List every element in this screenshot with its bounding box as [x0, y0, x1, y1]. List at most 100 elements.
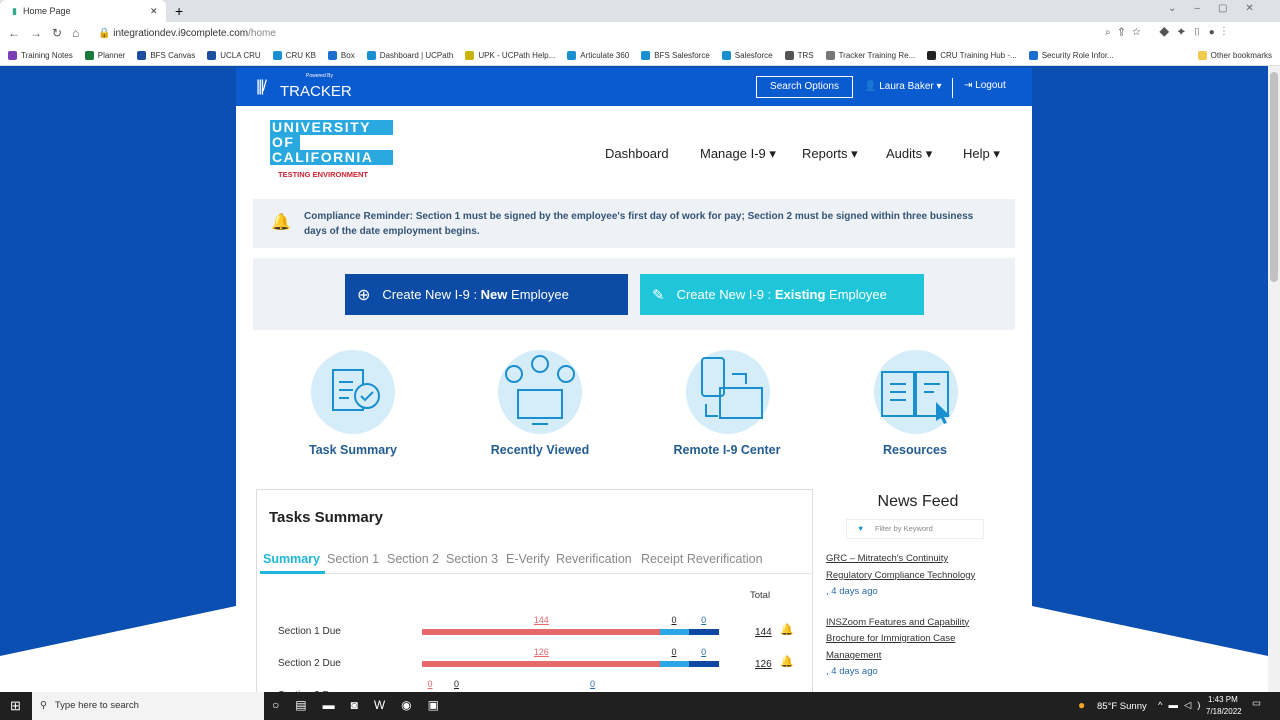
weather-icon: ●	[1078, 698, 1086, 712]
folder-icon	[1197, 51, 1207, 60]
bookmark-icon	[825, 51, 835, 60]
ok-count[interactable]: 0	[701, 615, 706, 625]
recently-viewed-icon[interactable]	[498, 350, 582, 434]
bookmark[interactable]: Box	[327, 51, 355, 60]
bookmark[interactable]: UCLA CRU	[207, 51, 261, 60]
user-menu[interactable]: 👤 Laura Baker ▾	[864, 81, 942, 92]
notifications-icon[interactable]: ▭	[1252, 698, 1261, 709]
task-tab[interactable]: Receipt Reverification	[641, 552, 763, 566]
bookmark-icon	[207, 51, 217, 60]
tracker-favicon-icon: ▮	[12, 5, 17, 16]
bookmark-icon	[272, 51, 282, 60]
nav-reports[interactable]: Reports ▾	[802, 146, 858, 162]
bookmark[interactable]: BFS Salesforce	[641, 51, 710, 60]
overdue-count[interactable]: 126	[534, 647, 549, 657]
filter-icon: ▼	[857, 524, 865, 533]
bookmark[interactable]: Articulate 360	[567, 51, 629, 60]
overdue-bar[interactable]	[422, 661, 660, 667]
pending-count[interactable]: 0	[671, 647, 676, 657]
create-existing-employee-button[interactable]: ✎ Create New I-9 : Existing Employee	[640, 274, 924, 315]
scrollbar-thumb[interactable]	[1270, 72, 1278, 282]
news-item-link[interactable]: GRC – Mitratech's Continuity Regulatory …	[826, 551, 996, 584]
windows-start-icon[interactable]: ⊞	[10, 698, 21, 714]
bookmark[interactable]: BFS Canvas	[137, 51, 195, 60]
news-item-link[interactable]: INSZoom Features and Capability Brochure…	[826, 615, 986, 665]
bookmark[interactable]: TRS	[784, 51, 814, 60]
pending-bar[interactable]	[659, 661, 690, 667]
close-tab-icon[interactable]: ✕	[150, 6, 158, 17]
bookmark[interactable]: Training Notes	[8, 51, 73, 60]
remote-i9-center-icon[interactable]	[686, 350, 770, 434]
bookmark-icon	[721, 51, 731, 60]
news-feed: News Feed ▼ Filter by Keyword GRC – Mitr…	[826, 488, 1016, 681]
bookmark-icon	[927, 51, 937, 60]
bookmark-icon	[784, 51, 794, 60]
pending-bar[interactable]	[659, 629, 690, 635]
create-new-employee-button[interactable]: ⊕ Create New I-9 : New Employee	[345, 274, 628, 315]
nav-manage-i9[interactable]: Manage I-9 ▾	[700, 146, 776, 162]
bookmark[interactable]: CRU Training Hub -...	[927, 51, 1017, 60]
tracker-logo-icon: |||/	[256, 78, 267, 95]
bookmark-icon	[137, 51, 147, 60]
browser-toolbar-icons[interactable]: ⌕⇪☆ ◆✦▯●⋮	[1105, 27, 1233, 38]
resources-icon[interactable]	[874, 350, 958, 434]
pending-count[interactable]: 0	[454, 679, 459, 689]
tile-task-summary[interactable]: Task Summary	[263, 443, 443, 457]
news-filter-input[interactable]: ▼ Filter by Keyword	[846, 519, 984, 539]
overdue-count[interactable]: 144	[534, 615, 549, 625]
task-tab[interactable]: Reverification	[556, 552, 632, 566]
bookmark[interactable]: Salesforce	[721, 51, 773, 60]
task-tab[interactable]: Summary	[263, 552, 320, 566]
nav-dashboard[interactable]: Dashboard	[605, 146, 669, 161]
other-bookmarks[interactable]: Other bookmarks	[1197, 51, 1272, 60]
ok-count[interactable]: 0	[701, 647, 706, 657]
ok-count[interactable]: 0	[590, 679, 595, 689]
tasks-title: Tasks Summary	[269, 509, 383, 526]
tile-recently-viewed[interactable]: Recently Viewed	[450, 443, 630, 457]
tile-resources[interactable]: Resources	[825, 443, 1005, 457]
row-label: Section 1 Due	[278, 626, 341, 637]
task-tab[interactable]: Section 2	[387, 552, 439, 566]
tray-icons[interactable]: ^▬◁)	[1158, 700, 1206, 711]
bookmark[interactable]: Dashboard | UCPath	[366, 51, 453, 60]
nav-audits[interactable]: Audits ▾	[886, 146, 932, 162]
bookmark[interactable]: Tracker Training Re...	[825, 51, 915, 60]
row-total[interactable]: 144	[755, 627, 772, 638]
row-total[interactable]: 126	[755, 659, 772, 670]
task-row: Section 2 Due 126 0 0 126 🔔	[257, 647, 814, 677]
new-tab-button[interactable]: +	[175, 3, 183, 19]
nav-buttons[interactable]: ←→↻⌂	[8, 26, 89, 40]
pending-count[interactable]: 0	[671, 615, 676, 625]
nav-help[interactable]: Help ▾	[963, 146, 1000, 162]
browser-tab-bar: ▮ Home Page ✕ + ⌄–▢✕	[0, 0, 1280, 22]
bookmark-icon	[641, 51, 651, 60]
overdue-count[interactable]: 0	[428, 679, 433, 689]
ok-bar[interactable]	[689, 661, 719, 667]
bell-icon: 🔔	[780, 656, 794, 668]
bookmark[interactable]: Planner	[84, 51, 125, 60]
logout-button[interactable]: ⇥ Logout	[964, 80, 1006, 91]
compliance-alert: 🔔 Compliance Reminder: Section 1 must be…	[253, 199, 1015, 248]
tile-remote-i9-center[interactable]: Remote I-9 Center	[637, 443, 817, 457]
tasks-summary-panel: Tasks Summary Summary Section 1 Section 2 S…	[256, 489, 813, 692]
taskbar-search[interactable]: ⚲ Type here to search	[32, 692, 264, 720]
bookmark[interactable]: UPK - UCPath Help...	[465, 51, 555, 60]
task-row: Section 1 Due 144 0 0 144 🔔	[257, 615, 814, 645]
window-controls[interactable]: ⌄–▢✕	[1168, 3, 1272, 14]
task-tab[interactable]: Section 1	[327, 552, 379, 566]
task-summary-icon[interactable]	[311, 350, 395, 434]
bookmark-icon	[567, 51, 577, 60]
bookmark-icon	[1028, 51, 1038, 60]
overdue-bar[interactable]	[422, 629, 660, 635]
search-options-button[interactable]: Search Options	[756, 76, 853, 98]
ok-bar[interactable]	[689, 629, 719, 635]
browser-tab[interactable]: ▮ Home Page ✕	[0, 0, 166, 22]
task-tab[interactable]: Section 3	[446, 552, 498, 566]
task-tab[interactable]: E-Verify	[506, 552, 550, 566]
bookmark[interactable]: Security Role Infor...	[1028, 51, 1114, 60]
bookmark[interactable]: CRU KB	[272, 51, 316, 60]
taskbar-apps[interactable]: ○▤▬◙W◉▣	[272, 698, 455, 712]
page-background: |||/ Powered By TRACKER Search Options 👤…	[0, 66, 1268, 692]
main-container: |||/ Powered By TRACKER Search Options 👤…	[236, 68, 1032, 692]
url-field[interactable]: 🔒 integrationdev.i9complete.com/home	[98, 28, 276, 39]
